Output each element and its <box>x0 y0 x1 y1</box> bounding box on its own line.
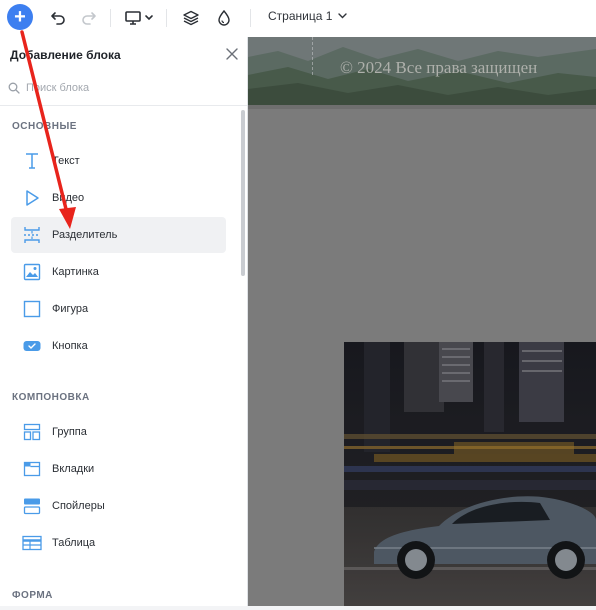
add-block-button[interactable]: + <box>7 4 33 30</box>
layers-button[interactable] <box>180 6 202 30</box>
spoiler-icon <box>22 496 42 516</box>
window-edge <box>0 606 596 610</box>
block-item-video[interactable]: Видео <box>11 180 226 216</box>
block-item-table[interactable]: Таблица <box>11 525 226 561</box>
toolbar-divider <box>110 9 111 27</box>
block-item-label: Группа <box>52 426 87 438</box>
block-item-label: Спойлеры <box>52 500 105 512</box>
panel-scrollbar[interactable] <box>241 110 245 276</box>
layers-icon <box>183 10 199 26</box>
device-switcher[interactable] <box>124 6 156 30</box>
undo-icon <box>51 12 65 25</box>
chevron-down-icon <box>338 13 348 19</box>
plus-icon: + <box>14 6 26 28</box>
redo-icon <box>82 12 96 25</box>
block-item-spoilers[interactable]: Спойлеры <box>11 488 226 524</box>
block-item-image[interactable]: Картинка <box>11 254 226 290</box>
search-box[interactable] <box>8 79 238 97</box>
top-toolbar: + Страница 1 <box>0 0 596 38</box>
section-form: ФОРМА <box>12 590 53 601</box>
block-item-label: Кнопка <box>52 340 88 352</box>
editor-window: + Страница 1 Добавление блока Поиск блок… <box>0 0 596 610</box>
toolbar-divider <box>166 9 167 27</box>
button-icon <box>22 336 42 356</box>
search-icon <box>8 82 20 94</box>
footer-background-image: © 2024 Все права защищен <box>248 37 596 109</box>
close-button[interactable] <box>224 46 240 62</box>
image-icon <box>22 262 42 282</box>
toolbar-divider <box>250 9 251 27</box>
block-item-shape[interactable]: Фигура <box>11 291 226 327</box>
section-layout: КОМПОНОВКА <box>12 392 90 403</box>
block-item-label: Разделитель <box>52 229 118 241</box>
block-item-label: Фигура <box>52 303 89 315</box>
close-icon <box>226 48 238 60</box>
panel-title: Добавление блока <box>10 48 121 62</box>
divider-icon <box>22 225 42 245</box>
add-block-panel: Добавление блока ОСНОВНЫЕ Текст Ви <box>0 37 248 610</box>
page-selector[interactable]: Страница 1 <box>268 9 348 23</box>
block-item-label: Текст <box>52 155 80 167</box>
page-canvas[interactable]: © 2024 Все права защищен <box>248 37 596 610</box>
undo-button[interactable] <box>47 6 69 30</box>
block-item-label: Картинка <box>52 266 99 278</box>
redo-button[interactable] <box>78 6 100 30</box>
block-item-label: Таблица <box>52 537 96 549</box>
block-item-tabs[interactable]: Вкладки <box>11 451 226 487</box>
section-basic: ОСНОВНЫЕ <box>12 121 77 132</box>
block-item-divider[interactable]: Разделитель <box>11 217 226 253</box>
play-icon <box>22 188 42 208</box>
search-input[interactable] <box>26 82 226 94</box>
block-item-label: Вкладки <box>52 463 95 475</box>
car-photo <box>344 342 596 610</box>
drop-icon <box>218 10 230 26</box>
desktop-icon <box>125 11 153 25</box>
tabs-icon <box>22 459 42 479</box>
page-label: Страница 1 <box>268 9 333 23</box>
block-item-text[interactable]: Текст <box>11 143 226 179</box>
text-icon <box>22 151 42 171</box>
block-item-group[interactable]: Группа <box>11 414 226 450</box>
block-item-label: Видео <box>52 192 85 204</box>
shape-icon <box>22 299 42 319</box>
block-item-button[interactable]: Кнопка <box>11 328 226 364</box>
copyright-text: © 2024 Все права защищен <box>340 58 538 77</box>
divider <box>0 105 247 106</box>
table-icon <box>22 533 42 553</box>
theme-button[interactable] <box>213 6 235 30</box>
group-icon <box>22 422 42 442</box>
guide-line <box>312 37 313 75</box>
